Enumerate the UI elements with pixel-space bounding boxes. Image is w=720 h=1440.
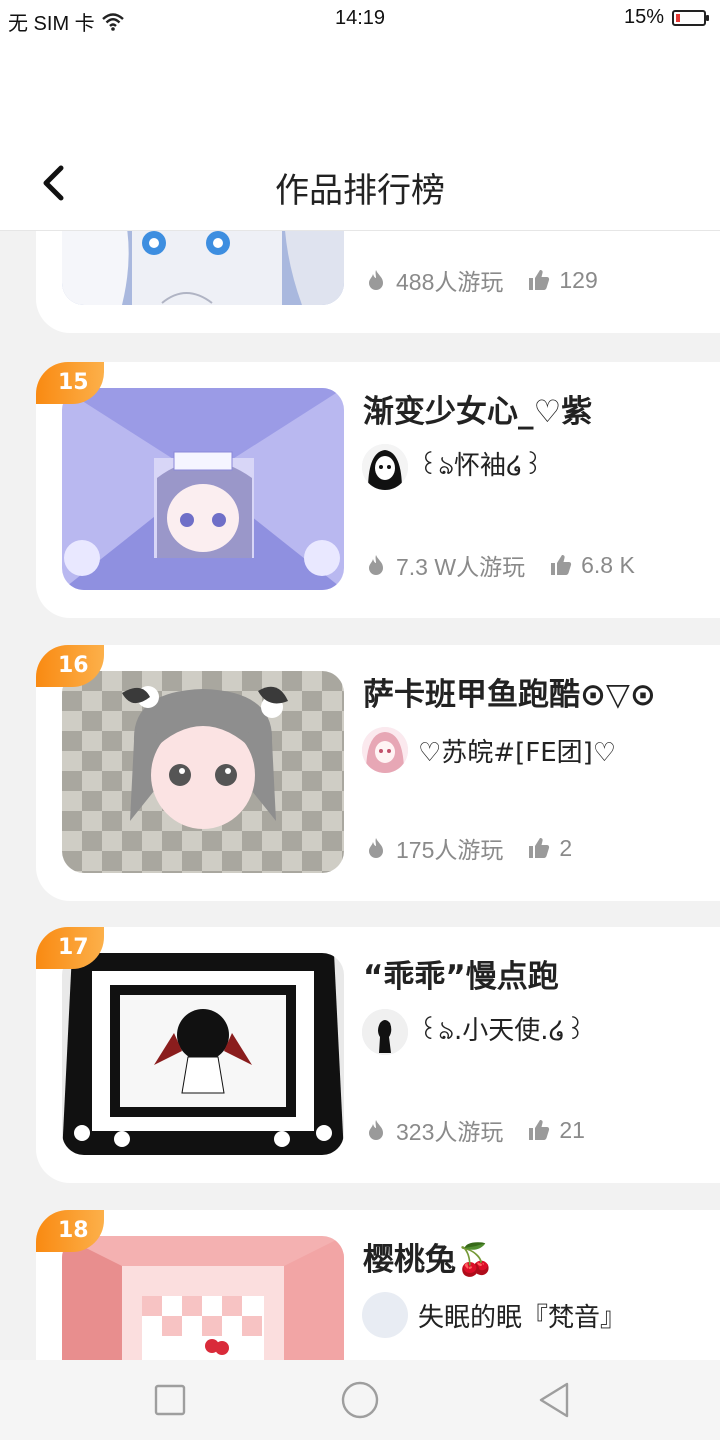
page-title: 作品排行榜 [275,171,445,211]
page-header: 作品排行榜 [0,38,720,231]
author-row[interactable]: ꒰ঌ怀袖໒꒱ [362,444,543,490]
avatar[interactable] [362,727,408,773]
recent-apps-icon[interactable] [150,1380,190,1420]
play-count: 488人游玩 [396,269,504,295]
game-thumbnail[interactable] [62,388,344,590]
thumbs-up-icon [529,270,550,290]
home-icon[interactable] [340,1380,380,1420]
flame-icon [369,270,383,290]
ranking-card[interactable]: 15 渐变少女心_♡紫 ꒰ঌ怀袖໒꒱ 7.3 W人游玩 6.8 K [36,362,720,618]
game-thumbnail[interactable] [62,231,344,305]
author-row[interactable]: ꒰ঌ.小天使.໒꒱ [362,1009,585,1055]
card-stats: 323人游玩 21 [364,1113,585,1147]
avatar[interactable] [362,1009,408,1055]
card-stats: 7.3 W人游玩 6.8 K [364,548,635,582]
ranking-card[interactable]: 17 “乖乖”慢点跑 ꒰ঌ.小天使.໒꒱ 323人游玩 21 [36,927,720,1183]
author-name: ♡苏皖#[FE团]♡ [418,737,617,768]
flame-icon [369,1120,383,1140]
status-time: 14:19 [334,7,386,29]
like-count: 2 [559,834,573,861]
battery-icon [672,9,709,26]
status-bar: 无 SIM 卡 14:19 15% [0,0,720,38]
battery-percent: 15% [623,6,664,28]
game-title[interactable]: 萨卡班甲鱼跑酷⊙▽⊙ [363,669,656,714]
ranking-card[interactable]: 16 萨卡班甲鱼跑酷⊙▽⊙ ♡苏皖#[FE团]♡ 175人游玩 2 [36,645,720,901]
thumbs-up-icon [529,838,550,858]
ranking-list[interactable]: 488人游玩 129 15 渐变少女心_♡紫 ꒰ঌ怀袖໒꒱ 7.3 W人游玩 6… [0,231,720,1360]
card-stats: 175人游玩 2 [364,831,572,865]
like-count: 21 [559,1116,585,1143]
play-count: 323人游玩 [396,1119,504,1145]
play-count: 175人游玩 [396,837,504,863]
avatar[interactable] [362,1292,408,1338]
status-right: 15% [623,6,709,29]
game-title[interactable]: “乖乖”慢点跑 [363,951,559,996]
play-count: 7.3 W人游玩 [396,554,526,580]
game-thumbnail[interactable] [62,1236,344,1360]
flame-icon [369,555,383,575]
card-stats: 488人游玩 129 [364,263,598,297]
avatar[interactable] [362,444,408,490]
ranking-card[interactable]: 18 樱桃兔🍒 失眠的眠『梵音』 [36,1210,720,1360]
thumbs-up-icon [551,555,572,575]
like-count: 129 [559,266,598,293]
author-name: 失眠的眠『梵音』 [418,1302,627,1333]
system-nav-bar [0,1360,720,1440]
ranking-card[interactable]: 488人游玩 129 [36,231,720,333]
battery-fill [676,13,680,22]
game-thumbnail[interactable] [62,953,344,1155]
game-title[interactable]: 樱桃兔🍒 [363,1234,495,1279]
like-count: 6.8 K [581,551,635,578]
game-thumbnail[interactable] [62,671,344,873]
flame-icon [369,838,383,858]
author-name: ꒰ঌ.小天使.໒꒱ [418,1016,586,1046]
author-row[interactable]: ♡苏皖#[FE团]♡ [362,727,616,773]
back-triangle-icon[interactable] [535,1380,575,1420]
author-name: ꒰ঌ怀袖໒꒱ [418,451,543,481]
game-title[interactable]: 渐变少女心_♡紫 [363,386,592,431]
author-row[interactable]: 失眠的眠『梵音』 [362,1292,626,1338]
thumbs-up-icon [529,1120,550,1140]
